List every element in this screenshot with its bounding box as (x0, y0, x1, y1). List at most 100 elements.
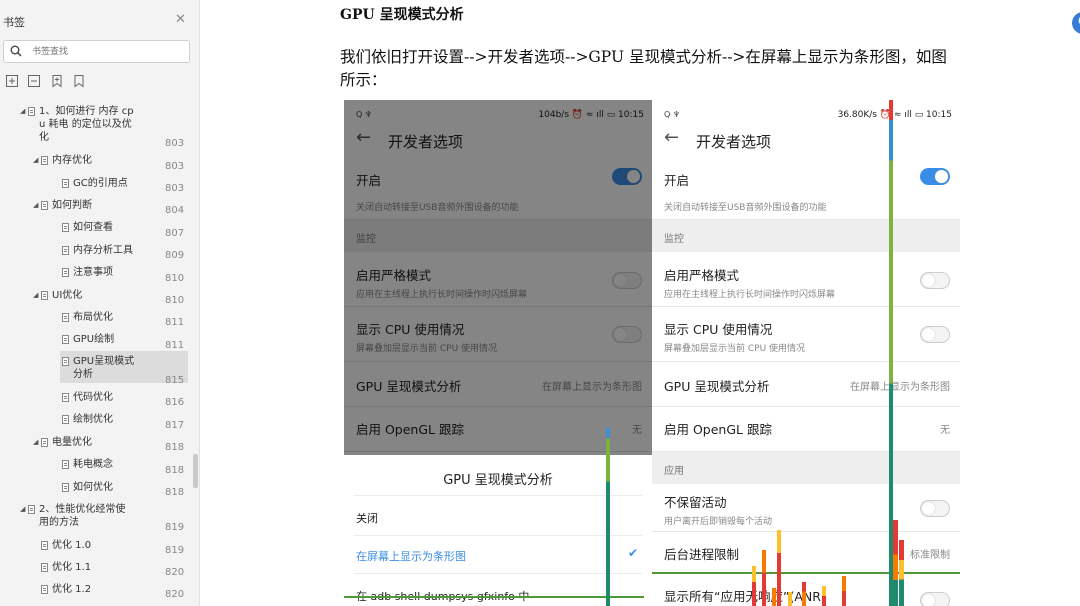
strict-mode-row[interactable]: 启用严格模式 应用在主线程上执行长时间操作时闪烁屏幕 (652, 252, 960, 307)
dialog-option-off[interactable]: 关闭 (356, 510, 378, 526)
toc-item[interactable]: ◢ UI优化 (0, 289, 190, 306)
expand-arrow-icon[interactable]: ◢ (33, 154, 38, 167)
opengl-row[interactable]: 启用 OpenGL 跟踪 无 (652, 407, 960, 452)
gpu-green-line (652, 572, 960, 574)
toc-item[interactable]: ◢ 如何判断 (0, 199, 190, 216)
bookmark-page-icon (41, 201, 48, 210)
gpu-bar (777, 530, 781, 606)
toc-page-number: 804 (165, 205, 185, 216)
cpu-usage-row[interactable]: 显示 CPU 使用情况 屏幕叠加层显示当前 CPU 使用情况 (652, 307, 960, 362)
toc-page-number: 820 (165, 589, 185, 600)
expand-arrow-icon[interactable]: ◢ (33, 289, 38, 302)
toc-item[interactable]: 内存分析工具 (0, 244, 190, 261)
toc-item[interactable]: ◢ 1、如何进行 内存 cp u 耗电 的定位以及优 化 (0, 105, 190, 148)
bookmark-page-icon (62, 313, 69, 322)
dont-keep-activities-label: 不保留活动 (664, 495, 727, 510)
section-heading: GPU 呈现模式分析 (340, 7, 464, 23)
bookmark-page-icon (62, 246, 69, 255)
toc-item[interactable]: 优化 1.2 (0, 583, 190, 600)
gpu-bar (788, 592, 792, 606)
gpu-profile-value: 在屏幕上显示为条形图 (850, 382, 950, 393)
toc-item-label: 绘制优化 (73, 414, 113, 425)
gpu-bar (752, 566, 756, 606)
toc-item-label: 如何判断 (52, 200, 92, 211)
expand-arrow-icon[interactable]: ◢ (33, 436, 38, 449)
expand-arrow-icon[interactable]: ◢ (20, 105, 25, 118)
toc-item[interactable]: 优化 1.0 (0, 539, 190, 556)
toc-item[interactable]: 绘制优化 (0, 413, 190, 430)
dialog-divider (354, 573, 642, 574)
toc-page-number: 807 (165, 228, 185, 239)
toc-item-label: 优化 1.1 (52, 562, 92, 573)
bookmark-page-icon (41, 438, 48, 447)
strict-mode-label: 启用严格模式 (664, 268, 740, 283)
toc-item[interactable]: 耗电概念 (0, 458, 190, 475)
background-process-row[interactable]: 后台进程限制 标准限制 (652, 532, 960, 574)
sidebar-scrollbar[interactable] (193, 454, 198, 488)
phone-left: Q ♆ 104b/s ⏰ ≈ ıll ▭ 10:15 ← 开发者选项 开启 关闭… (344, 100, 652, 606)
cpu-usage-toggle[interactable] (920, 326, 950, 343)
monitor-section: 监控 (652, 220, 960, 252)
gpu-bar (899, 540, 904, 606)
expand-arrow-icon[interactable]: ◢ (33, 199, 38, 212)
enable-row[interactable]: 开启 关闭自动转接至USB音频外围设备的功能 (652, 158, 960, 220)
bookmark-sidebar: 书签 ✕ ◢1、如何进 (0, 0, 200, 606)
bookmark-page-icon (41, 541, 48, 550)
gpu-profile-row[interactable]: GPU 呈现模式分析 在屏幕上显示为条形图 (652, 362, 960, 407)
toc-page-number: 818 (165, 442, 185, 453)
gpu-bar (842, 576, 846, 606)
toc-item[interactable]: GPU绘制 (0, 333, 190, 350)
toc-item-label: 优化 1.0 (52, 540, 92, 551)
expand-arrow-icon[interactable]: ◢ (20, 503, 25, 516)
body-paragraph: 我们依旧打开设置-->开发者选项-->GPU 呈现模式分析-->在屏幕上显示为条… (340, 48, 947, 89)
toc-item[interactable]: ◢ 内存优化 (0, 154, 190, 171)
dim-overlay (344, 100, 652, 455)
toc-item-label: GPU绘制 (73, 334, 115, 345)
bookmark-page-icon (62, 393, 69, 402)
toc-item-label: 布局优化 (73, 312, 113, 323)
gpu-bar (802, 582, 806, 606)
toc-item-label: 如何查看 (73, 222, 113, 233)
gpu-green-line (344, 596, 644, 598)
show-anr-row[interactable]: 显示所有“应用无响应”(ANR) (652, 574, 960, 606)
toc-item[interactable]: 如何优化 (0, 481, 190, 498)
bookmark-page-icon (62, 268, 69, 277)
bookmark-page-icon (62, 415, 69, 424)
toc-item-label: UI优化 (52, 290, 83, 301)
back-arrow-icon[interactable]: ← (664, 127, 679, 148)
toc-item[interactable]: 布局优化 (0, 311, 190, 328)
toc-item-label: 注意事项 (73, 267, 113, 278)
bookmark-page-icon (41, 291, 48, 300)
gpu-bar (606, 428, 610, 606)
toc-item[interactable]: GC的引用点 (0, 177, 190, 194)
toc-page-number: 818 (165, 487, 185, 498)
toc-page-number: 811 (165, 317, 185, 328)
toc-item-label: GC的引用点 (73, 178, 128, 189)
bookmark-page-icon (62, 483, 69, 492)
toc-item[interactable]: ◢ 电量优化 (0, 436, 190, 453)
toc-page-number: 810 (165, 295, 185, 306)
dont-keep-activities-row[interactable]: 不保留活动 用户离开后即销毁每个活动 (652, 484, 960, 532)
bookmark-page-icon (41, 156, 48, 165)
show-anr-toggle[interactable] (920, 592, 950, 606)
phone-screenshots-figure: Q ♆ 104b/s ⏰ ≈ ıll ▭ 10:15 ← 开发者选项 开启 关闭… (344, 100, 960, 606)
toc-page-number: 819 (165, 545, 185, 556)
dialog-option-bars[interactable]: 在屏幕上显示为条形图 (356, 548, 466, 564)
toc-item[interactable]: 注意事项 (0, 266, 190, 283)
strict-mode-toggle[interactable] (920, 272, 950, 289)
toc-item[interactable]: 如何查看 (0, 221, 190, 238)
toc-item[interactable]: ◢ 2、性能优化经常使 用的方法 (0, 503, 190, 533)
toc-page-number: 815 (165, 375, 185, 386)
bookmark-page-icon (62, 335, 69, 344)
toc-item-label: 1、如何进行 内存 cp u 耗电 的定位以及优 化 (39, 106, 134, 143)
assistant-button[interactable]: G (1072, 12, 1080, 34)
toc-item[interactable]: 优化 1.1 (0, 561, 190, 578)
enable-toggle[interactable] (920, 168, 950, 185)
status-left: Q ♆ (664, 110, 681, 119)
toc-item-label: 耗电概念 (73, 459, 113, 470)
cpu-usage-label: 显示 CPU 使用情况 (664, 322, 773, 337)
dont-keep-activities-toggle[interactable] (920, 500, 950, 517)
bookmark-page-icon (41, 563, 48, 572)
toc-item[interactable]: 代码优化 (0, 391, 190, 408)
background-process-label: 后台进程限制 (664, 547, 740, 562)
